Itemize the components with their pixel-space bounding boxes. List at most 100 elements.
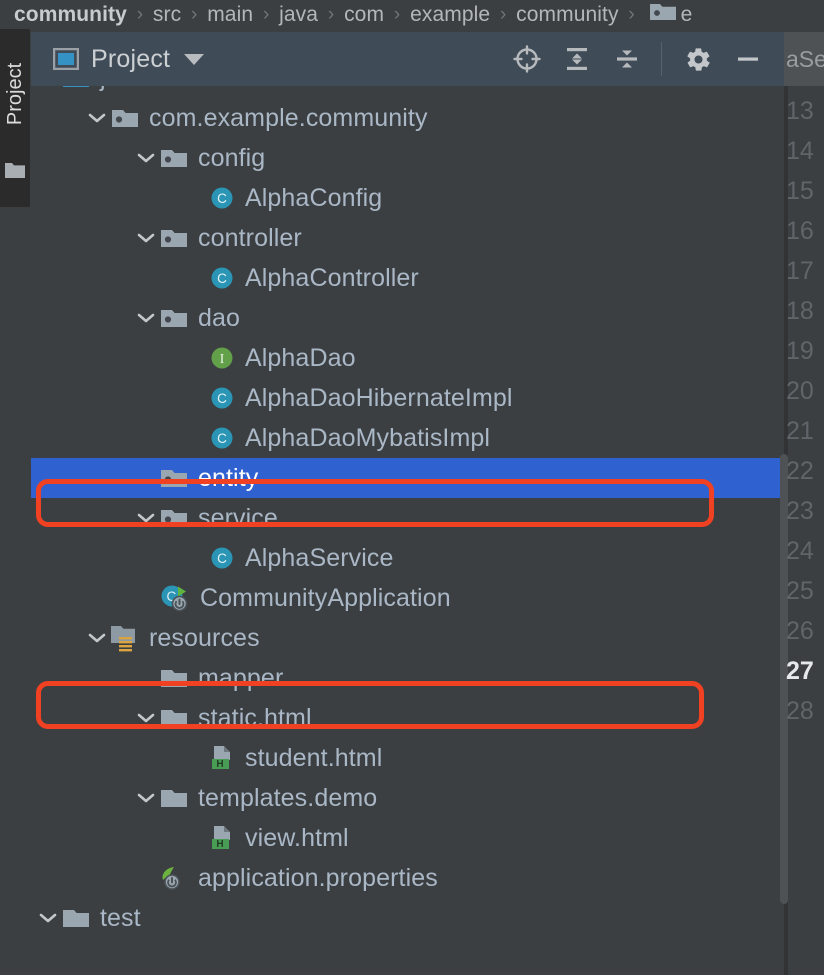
tree-row[interactable]: mapper — [31, 658, 784, 698]
breadcrumb-item[interactable]: com — [344, 3, 384, 27]
svg-text:I: I — [220, 351, 225, 366]
select-opened-file-button[interactable] — [505, 37, 549, 81]
tree-row[interactable]: application.properties — [31, 858, 784, 898]
chevron-down-icon[interactable] — [133, 698, 159, 738]
package-icon — [649, 1, 677, 28]
tree-row[interactable]: resources — [31, 618, 784, 658]
tree-row-label: AlphaConfig — [245, 183, 383, 212]
project-tree[interactable]: test application.properties Hview.html temp… — [31, 86, 784, 946]
expand-all-button[interactable] — [555, 37, 599, 81]
tree-row[interactable]: templates.demo — [31, 778, 784, 818]
chevron-down-icon[interactable] — [133, 778, 159, 818]
tree-row[interactable]: C CommunityApplication — [31, 578, 784, 618]
tree-row-label: mapper — [198, 663, 284, 692]
tree-row-label: AlphaDao — [245, 343, 356, 372]
collapse-all-button[interactable] — [605, 37, 649, 81]
chevron-down-icon[interactable] — [133, 298, 159, 338]
tree-row-label: com.example.community — [149, 103, 428, 132]
settings-button[interactable] — [676, 37, 720, 81]
tree-row[interactable]: Hview.html — [31, 818, 784, 858]
package-icon — [159, 226, 189, 250]
html-file-icon: H — [208, 824, 236, 852]
folder-icon — [5, 162, 25, 184]
svg-text:C: C — [217, 391, 227, 406]
tree-row[interactable]: C AlphaConfig — [31, 178, 784, 218]
tree-row-label: templates.demo — [198, 783, 378, 812]
breadcrumb-separator: › — [628, 3, 635, 25]
tree-row[interactable]: java — [31, 86, 784, 98]
tree-row[interactable]: com.example.community — [31, 98, 784, 138]
spring-boot-run-icon: C — [159, 583, 191, 613]
chevron-down-icon[interactable] — [133, 498, 159, 538]
tree-row-label: application.properties — [198, 863, 438, 892]
chevron-down-icon[interactable] — [35, 898, 61, 938]
breadcrumb-item[interactable]: community — [14, 3, 127, 27]
tree-row[interactable]: C AlphaDaoMybatisImpl — [31, 418, 784, 458]
tool-window-tab-project[interactable]: Project — [0, 29, 30, 207]
tree-row[interactable]: config — [31, 138, 784, 178]
hide-button[interactable] — [726, 37, 770, 81]
gutter-line-number: 28 — [786, 697, 814, 725]
tree-row[interactable]: C AlphaService — [31, 538, 784, 578]
tree-row[interactable]: C AlphaController — [31, 258, 784, 298]
tree-row-label: entity — [198, 463, 259, 492]
gutter-line-number: 25 — [786, 577, 814, 605]
chevron-down-icon[interactable] — [133, 218, 159, 258]
tree-row[interactable]: C AlphaDaoHibernateImpl — [31, 378, 784, 418]
resource-root-icon — [110, 624, 140, 652]
tree-row[interactable]: Hstudent.html — [31, 738, 784, 778]
class-icon: C — [208, 384, 236, 412]
tree-row[interactable]: service — [31, 498, 784, 538]
project-view-icon — [53, 48, 79, 70]
breadcrumb-item[interactable]: java — [279, 3, 318, 27]
gutter-line-number: 19 — [786, 337, 814, 365]
chevron-down-icon[interactable] — [133, 138, 159, 178]
tree-row-label: dao — [198, 303, 241, 332]
class-icon: C — [208, 544, 236, 572]
chevron-down-icon[interactable] — [84, 618, 110, 658]
svg-text:H: H — [216, 759, 223, 770]
gutter-line-number: 26 — [786, 617, 814, 645]
breadcrumb-item[interactable]: main — [207, 3, 253, 27]
breadcrumb-item[interactable]: e — [681, 3, 693, 27]
tree-row[interactable]: static.html — [31, 698, 784, 738]
tree-row[interactable]: test — [31, 898, 784, 938]
folder-icon — [159, 786, 189, 810]
chevron-down-icon[interactable] — [84, 98, 110, 138]
tree-row-label: config — [198, 143, 266, 172]
gutter-line-number: 15 — [786, 177, 814, 205]
tree-row-label: AlphaService — [245, 543, 394, 572]
breadcrumb: community › src › main › java › com › example › comm… — [0, 0, 824, 29]
folder-icon — [159, 706, 189, 730]
tree-row-selected[interactable]: entity — [31, 458, 784, 498]
gutter-line-number: 17 — [786, 257, 814, 285]
breadcrumb-item[interactable]: example — [410, 3, 490, 27]
package-icon — [159, 306, 189, 330]
chevron-down-icon[interactable] — [184, 53, 205, 65]
class-icon: C — [208, 264, 236, 292]
editor-tab[interactable]: aSer — [784, 32, 824, 86]
chevron-down-icon[interactable] — [35, 86, 61, 98]
gutter-line-number: 23 — [786, 497, 814, 525]
breadcrumb-item[interactable]: src — [153, 3, 181, 27]
tree-row[interactable]: dao — [31, 298, 784, 338]
breadcrumb-item[interactable]: community — [516, 3, 618, 27]
tree-row[interactable]: I AlphaDao — [31, 338, 784, 378]
tree-row[interactable]: controller — [31, 218, 784, 258]
project-panel-header: Project — [31, 32, 784, 86]
svg-text:C: C — [217, 431, 227, 446]
